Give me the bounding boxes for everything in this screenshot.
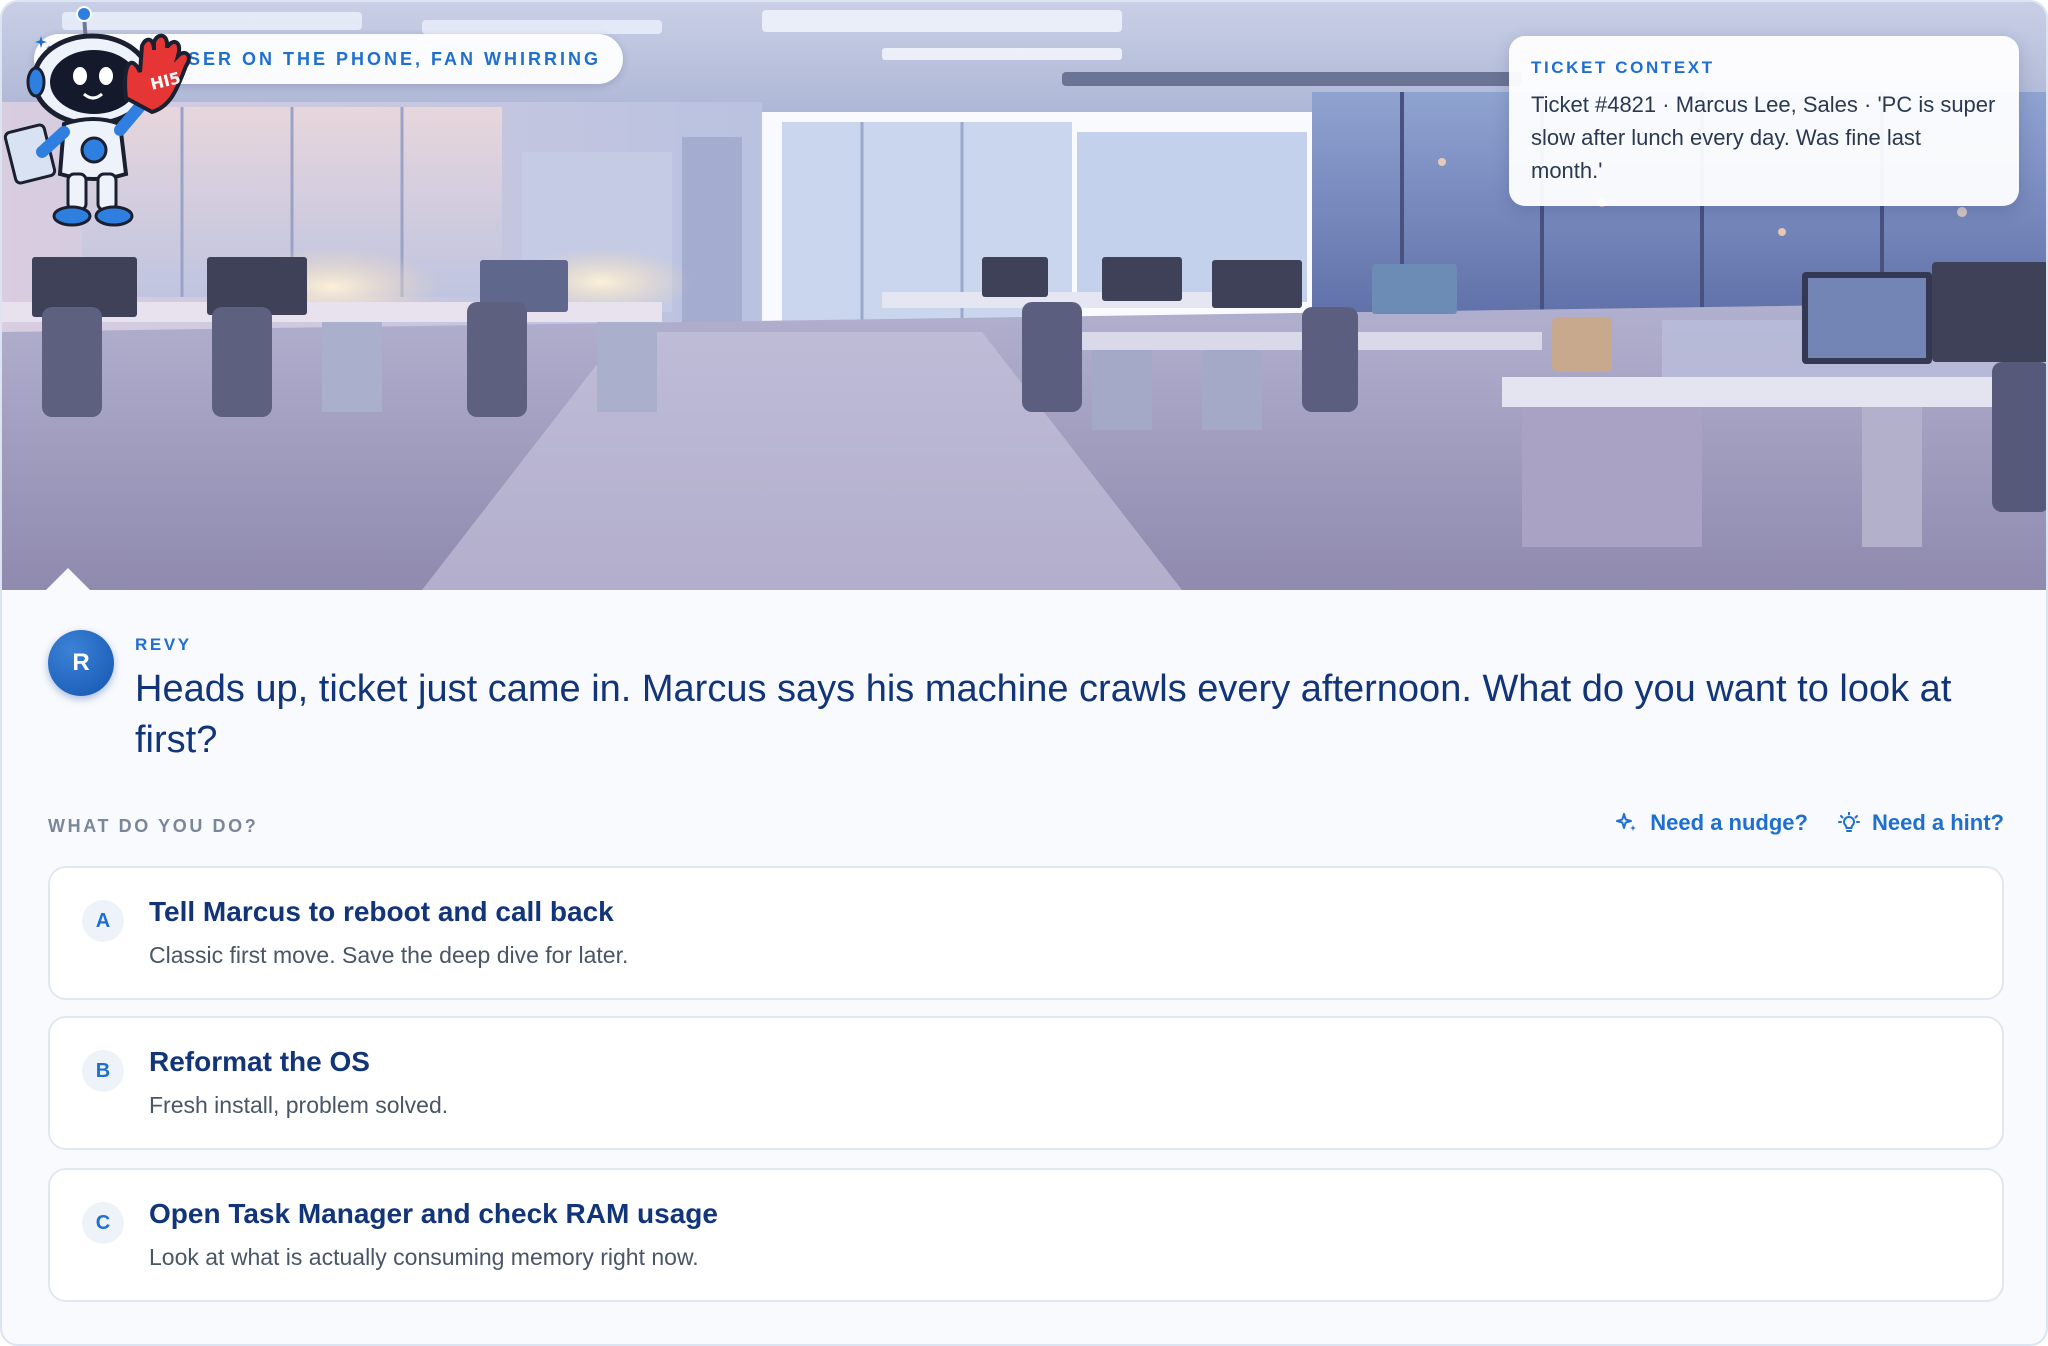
speech-notch bbox=[44, 568, 92, 590]
dialogue-panel: R REVY Heads up, ticket just came in. Ma… bbox=[2, 590, 2046, 802]
option-title: Tell Marcus to reboot and call back bbox=[149, 896, 614, 927]
app-frame: CUBICLE: USER ON THE PHONE, FAN WHIRRING… bbox=[0, 0, 2048, 1346]
choices-prompt: WHAT DO YOU DO? bbox=[48, 816, 259, 836]
option-description: Look at what is actually consuming memor… bbox=[149, 1244, 699, 1270]
office-scene: CUBICLE: USER ON THE PHONE, FAN WHIRRING… bbox=[2, 2, 2046, 590]
option-letter: A bbox=[82, 900, 124, 942]
option-letter: B bbox=[82, 1050, 124, 1092]
option-title: Reformat the OS bbox=[149, 1046, 370, 1077]
option-c[interactable]: C Open Task Manager and check RAM usage … bbox=[48, 1168, 2004, 1302]
choices-header: WHAT DO YOU DO? Need a nudge? Need a hin… bbox=[48, 810, 2004, 840]
option-letter: C bbox=[82, 1202, 124, 1244]
hint-label: Need a hint? bbox=[1871, 810, 2004, 835]
ticket-context-label: TICKET CONTEXT bbox=[1531, 58, 1715, 77]
ticket-context-card: TICKET CONTEXT Ticket #4821 · Marcus Lee… bbox=[1509, 36, 2019, 206]
option-b[interactable]: B Reformat the OS Fresh install, problem… bbox=[48, 1016, 2004, 1150]
help-links: Need a nudge? Need a hint? bbox=[1616, 810, 2004, 836]
speech-line: Heads up, ticket just came in. Marcus sa… bbox=[135, 668, 1952, 761]
lightbulb-icon bbox=[1837, 812, 1860, 832]
avatar: R bbox=[48, 630, 114, 696]
robot-mascot: HI5 bbox=[3, 6, 191, 227]
speaker-name: REVY bbox=[135, 635, 192, 654]
nudge-label: Need a nudge? bbox=[1650, 810, 1808, 835]
option-a[interactable]: A Tell Marcus to reboot and call back Cl… bbox=[48, 866, 2004, 1000]
option-description: Fresh install, problem solved. bbox=[149, 1092, 449, 1118]
hint-button[interactable]: Need a hint? bbox=[1837, 810, 2004, 836]
option-title: Open Task Manager and check RAM usage bbox=[149, 1198, 718, 1229]
nudge-button[interactable]: Need a nudge? bbox=[1616, 810, 1808, 836]
option-description: Classic first move. Save the deep dive f… bbox=[149, 942, 629, 968]
ticket-context-text: Ticket #4821 · Marcus Lee, Sales · 'PC i… bbox=[1531, 92, 1996, 183]
sparkle-icon bbox=[1616, 813, 1637, 831]
